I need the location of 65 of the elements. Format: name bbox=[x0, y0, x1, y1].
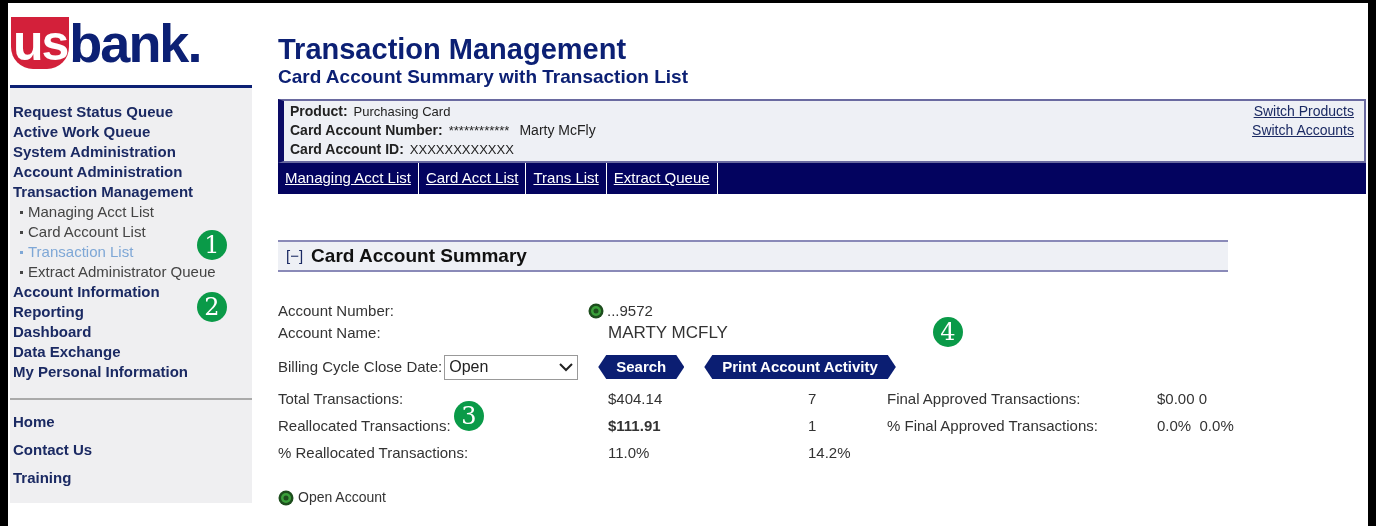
stat-amount: $111.91 bbox=[608, 416, 662, 437]
nav-tab-link[interactable]: Managing Acct List bbox=[278, 163, 419, 194]
stat-label: Final Approved Transactions: bbox=[887, 389, 1082, 410]
stat-amount: $404.14 bbox=[608, 389, 664, 410]
section-title: Card Account Summary bbox=[311, 243, 527, 268]
switch-link[interactable]: Switch Products bbox=[1253, 102, 1354, 121]
sub-nav-link[interactable]: Extract Administrator Queue bbox=[28, 262, 216, 282]
nav-tab-link[interactable]: Trans List bbox=[526, 163, 607, 194]
stat-count: 7 bbox=[808, 389, 818, 410]
billing-date-select[interactable]: Open bbox=[444, 354, 579, 380]
account-name: MARTY MCFLY bbox=[608, 322, 728, 344]
sub-nav-link[interactable]: Card Account List bbox=[28, 222, 146, 242]
bullet-icon bbox=[20, 210, 23, 214]
page-subtitle: Card Account Summary with Transaction List bbox=[278, 65, 689, 89]
field-label: Account Name: bbox=[278, 323, 382, 343]
page-title: Transaction Management bbox=[278, 33, 628, 65]
nav-link[interactable]: Reporting bbox=[13, 302, 84, 322]
stat-value: 0.0% 0.0% bbox=[1157, 416, 1234, 437]
nav-link[interactable]: Request Status Queue bbox=[13, 102, 174, 122]
action-button[interactable]: Search bbox=[598, 355, 685, 379]
status-dot-icon bbox=[588, 303, 604, 319]
stat-label: % Final Approved Transactions: bbox=[887, 416, 1099, 437]
nav-link[interactable]: Contact Us bbox=[13, 436, 93, 464]
account-number: ...9572 bbox=[607, 301, 653, 321]
bullet-icon bbox=[20, 250, 23, 254]
logo-word: bank. bbox=[69, 17, 201, 69]
field-label: Product: bbox=[290, 102, 348, 121]
nav-tab-link[interactable]: Card Acct List bbox=[418, 163, 527, 194]
nav-link[interactable]: Home bbox=[13, 408, 55, 436]
field-value: XXXXXXXXXXXX bbox=[409, 141, 514, 159]
stat-count: 14.2% bbox=[808, 443, 852, 464]
sub-nav-link[interactable]: Managing Acct List bbox=[28, 202, 154, 222]
nav-link[interactable]: Account Administration bbox=[13, 162, 183, 182]
field-label: Billing Cycle Close Date: bbox=[278, 356, 443, 377]
stat-label: % Reallocated Transactions: bbox=[278, 443, 470, 464]
status-dot-icon bbox=[278, 489, 294, 506]
field-label: Card Account ID: bbox=[290, 140, 404, 159]
nav-link[interactable]: My Personal Information bbox=[13, 362, 189, 382]
nav-link[interactable]: Transaction Management bbox=[13, 182, 194, 202]
nav-link[interactable]: Dashboard bbox=[13, 322, 92, 342]
nav-tab-link[interactable]: Extract Queue bbox=[606, 163, 718, 194]
callout-marker: 4 bbox=[933, 317, 963, 347]
nav-link[interactable]: Active Work Queue bbox=[13, 122, 151, 142]
nav-link[interactable]: Account Information bbox=[13, 282, 160, 302]
legend-label: Open Account bbox=[298, 488, 386, 507]
bullet-icon bbox=[20, 230, 23, 234]
field-label: Account Number: bbox=[278, 301, 395, 321]
nav-link[interactable]: System Administration bbox=[13, 142, 176, 162]
bullet-icon bbox=[20, 270, 23, 274]
stat-value: $0.00 0 bbox=[1157, 389, 1208, 410]
switch-link[interactable]: Switch Accounts bbox=[1252, 121, 1354, 140]
field-value: ************ bbox=[448, 122, 510, 140]
field-label: Card Account Number: bbox=[290, 121, 443, 140]
stat-count: 1 bbox=[808, 416, 818, 437]
collapse-toggle[interactable]: [−] bbox=[286, 244, 304, 268]
nav-link[interactable]: Data Exchange bbox=[13, 342, 121, 362]
logo-shield: us bbox=[11, 17, 70, 69]
stat-label: Total Transactions: bbox=[278, 389, 405, 410]
stat-amount: 11.0% bbox=[608, 443, 651, 464]
nav-link[interactable]: Training bbox=[13, 464, 72, 492]
chevron-down-icon bbox=[559, 362, 574, 372]
action-button[interactable]: Print Account Activity bbox=[704, 355, 896, 379]
field-value: Purchasing Card bbox=[353, 103, 451, 121]
callout-marker: 3 bbox=[454, 401, 484, 431]
field-value: Marty McFly bbox=[519, 121, 596, 140]
